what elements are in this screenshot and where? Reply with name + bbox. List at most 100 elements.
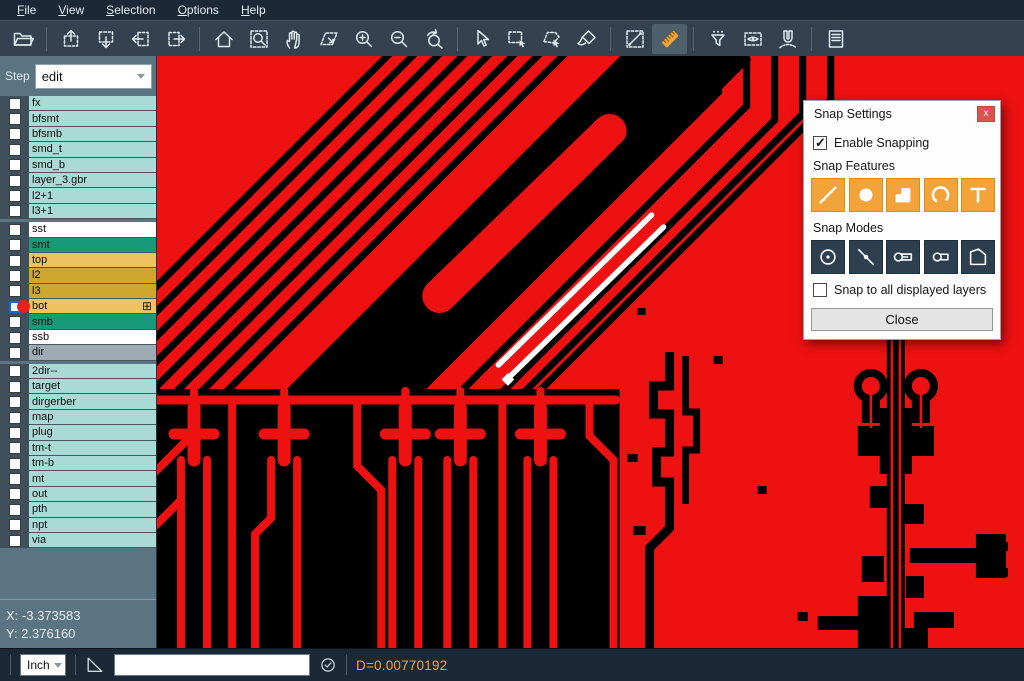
close-button[interactable]: Close	[811, 308, 993, 331]
enable-snapping-row[interactable]: Enable Snapping	[813, 136, 991, 150]
dialog-titlebar[interactable]: Snap Settings x	[804, 101, 1000, 125]
menu-options[interactable]: Options	[167, 0, 230, 20]
layer-visibility-checkbox[interactable]	[9, 381, 21, 393]
layer-visibility-checkbox[interactable]	[9, 473, 21, 485]
layer-item-2dir--[interactable]: 2dir--	[29, 364, 156, 379]
line-snap-button[interactable]	[811, 178, 845, 212]
snap-button[interactable]	[770, 24, 805, 54]
center-snap-button[interactable]	[811, 240, 845, 274]
layer-visibility-checkbox[interactable]	[9, 239, 21, 251]
layer-item-fx[interactable]: fx	[29, 96, 156, 111]
menu-file[interactable]: File	[6, 0, 47, 20]
layer-item-bot[interactable]: bot⊞	[29, 299, 156, 314]
check-circle-icon[interactable]	[319, 656, 337, 674]
layer-item-dirgerber[interactable]: dirgerber	[29, 394, 156, 409]
layer-visibility-checkbox[interactable]	[9, 98, 21, 110]
zoom-previous-button[interactable]	[416, 24, 451, 54]
filter-button[interactable]	[700, 24, 735, 54]
pan-hand-button[interactable]	[276, 24, 311, 54]
layer-visibility-checkbox[interactable]	[9, 285, 21, 297]
layer-visibility-checkbox[interactable]	[9, 144, 21, 156]
all-layers-row[interactable]: Snap to all displayed layers	[813, 283, 991, 297]
layer-visibility-checkbox[interactable]	[9, 519, 21, 531]
open-button[interactable]	[5, 24, 40, 54]
select-button[interactable]	[464, 24, 499, 54]
report-button[interactable]	[818, 24, 853, 54]
on-line-snap-button[interactable]	[849, 240, 883, 274]
layer-item-out[interactable]: out	[29, 487, 156, 502]
layer-item-ssb[interactable]: ssb	[29, 330, 156, 345]
zoom-fit-button[interactable]	[241, 24, 276, 54]
menu-help[interactable]: Help	[230, 0, 277, 20]
layer-visibility-checkbox[interactable]	[9, 427, 21, 439]
layer-visibility-checkbox[interactable]	[9, 504, 21, 516]
view-options-button[interactable]	[735, 24, 770, 54]
enable-snapping-checkbox[interactable]	[813, 136, 827, 150]
layer-visibility-checkbox[interactable]	[9, 159, 21, 171]
layer-visibility-checkbox[interactable]	[9, 205, 21, 217]
layer-item-via[interactable]: via	[29, 533, 156, 548]
contour-snap-button[interactable]	[961, 240, 995, 274]
close-dialog-button[interactable]: x	[977, 106, 995, 122]
select-polygon-button[interactable]	[534, 24, 569, 54]
layer-item-smd_b[interactable]: smd_b	[29, 158, 156, 173]
layer-item-l2[interactable]: l2	[29, 268, 156, 283]
layer-visibility-checkbox[interactable]	[9, 128, 21, 140]
layer-visibility-checkbox[interactable]	[9, 396, 21, 408]
unit-dropdown[interactable]: Inch	[20, 654, 66, 676]
menu-selection[interactable]: Selection	[95, 0, 166, 20]
layer-item-smb[interactable]: smb	[29, 314, 156, 329]
command-input[interactable]	[114, 654, 310, 676]
layer-item-mt[interactable]: mt	[29, 471, 156, 486]
layer-visibility-checkbox[interactable]	[9, 458, 21, 470]
layer-item-top[interactable]: top	[29, 253, 156, 268]
layer-visibility-checkbox[interactable]	[9, 365, 21, 377]
layer-visibility-checkbox[interactable]	[9, 224, 21, 236]
all-layers-checkbox[interactable]	[813, 283, 827, 297]
layer-visibility-checkbox[interactable]	[9, 347, 21, 359]
circle-snap-button[interactable]	[849, 178, 883, 212]
layer-item-smd_t[interactable]: smd_t	[29, 142, 156, 157]
layer-visibility-checkbox[interactable]	[9, 190, 21, 202]
layer-visibility-checkbox[interactable]	[9, 412, 21, 424]
layer-visibility-checkbox[interactable]	[9, 255, 21, 267]
select-rect-button[interactable]	[499, 24, 534, 54]
layer-item-npt[interactable]: npt	[29, 518, 156, 533]
layer-visibility-checkbox[interactable]	[9, 270, 21, 282]
layer-item-map[interactable]: map	[29, 410, 156, 425]
layer-item-l3+1[interactable]: l3+1	[29, 204, 156, 219]
zoom-out-button[interactable]	[381, 24, 416, 54]
layer-visibility-checkbox[interactable]	[9, 488, 21, 500]
layer-item-layer_3.gbr[interactable]: layer_3.gbr	[29, 173, 156, 188]
layer-item-plug[interactable]: plug	[29, 425, 156, 440]
layer-item-smt[interactable]: smt	[29, 238, 156, 253]
pan-up-button[interactable]	[53, 24, 88, 54]
layer-item-l2+1[interactable]: l2+1	[29, 188, 156, 203]
clean-button[interactable]	[569, 24, 604, 54]
ruler-button[interactable]	[652, 24, 687, 54]
layer-item-tm-b[interactable]: tm-b	[29, 456, 156, 471]
step-dropdown[interactable]: edit	[35, 64, 152, 89]
layer-item-bfsmb[interactable]: bfsmb	[29, 127, 156, 142]
layer-item-bfsmt[interactable]: bfsmt	[29, 111, 156, 126]
zoom-home-button[interactable]	[206, 24, 241, 54]
slot-short-snap-button[interactable]	[924, 240, 958, 274]
layer-item-l3[interactable]: l3	[29, 284, 156, 299]
pan-left-button[interactable]	[123, 24, 158, 54]
layer-visibility-checkbox[interactable]	[9, 442, 21, 454]
layer-item-tm-t[interactable]: tm-t	[29, 441, 156, 456]
layer-visibility-checkbox[interactable]	[9, 535, 21, 547]
measure-button[interactable]	[617, 24, 652, 54]
zoom-area-button[interactable]	[311, 24, 346, 54]
surface-snap-button[interactable]	[886, 178, 920, 212]
layer-visibility-checkbox[interactable]	[9, 175, 21, 187]
layer-item-dir[interactable]: dir	[29, 345, 156, 360]
pan-down-button[interactable]	[88, 24, 123, 54]
menu-view[interactable]: View	[47, 0, 95, 20]
layer-visibility-checkbox[interactable]	[9, 332, 21, 344]
layer-item-target[interactable]: target	[29, 379, 156, 394]
layer-visibility-checkbox[interactable]	[9, 316, 21, 328]
pan-right-button[interactable]	[158, 24, 193, 54]
layer-item-sst[interactable]: sst	[29, 222, 156, 237]
zoom-in-button[interactable]	[346, 24, 381, 54]
